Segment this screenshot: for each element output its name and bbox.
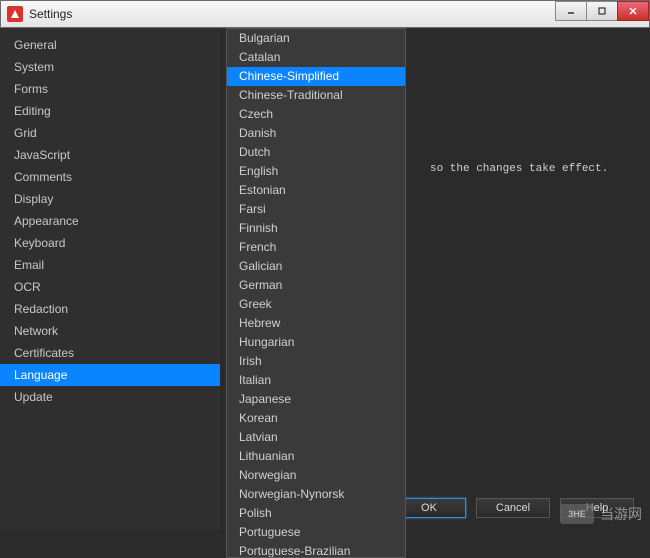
- settings-sidebar: GeneralSystemFormsEditingGridJavaScriptC…: [0, 28, 220, 530]
- language-dropdown[interactable]: BulgarianCatalanChinese-SimplifiedChines…: [226, 28, 406, 558]
- app-icon: [7, 6, 23, 22]
- language-option[interactable]: German: [227, 276, 405, 295]
- sidebar-item-display[interactable]: Display: [0, 188, 220, 210]
- language-option[interactable]: Latvian: [227, 428, 405, 447]
- help-button[interactable]: Help: [560, 498, 634, 518]
- sidebar-item-grid[interactable]: Grid: [0, 122, 220, 144]
- dialog-button-bar: OK Cancel Help: [392, 498, 634, 518]
- sidebar-item-redaction[interactable]: Redaction: [0, 298, 220, 320]
- language-option[interactable]: Japanese: [227, 390, 405, 409]
- window-controls: [556, 1, 649, 27]
- content-area: GeneralSystemFormsEditingGridJavaScriptC…: [0, 28, 650, 530]
- sidebar-item-email[interactable]: Email: [0, 254, 220, 276]
- language-option[interactable]: Finnish: [227, 219, 405, 238]
- language-option[interactable]: Greek: [227, 295, 405, 314]
- sidebar-item-javascript[interactable]: JavaScript: [0, 144, 220, 166]
- language-option[interactable]: Polish: [227, 504, 405, 523]
- language-option[interactable]: Czech: [227, 105, 405, 124]
- language-option[interactable]: French: [227, 238, 405, 257]
- sidebar-item-system[interactable]: System: [0, 56, 220, 78]
- language-option[interactable]: Chinese-Simplified: [227, 67, 405, 86]
- language-option[interactable]: Bulgarian: [227, 29, 405, 48]
- sidebar-item-forms[interactable]: Forms: [0, 78, 220, 100]
- language-option[interactable]: Lithuanian: [227, 447, 405, 466]
- minimize-button[interactable]: [555, 1, 587, 21]
- sidebar-item-certificates[interactable]: Certificates: [0, 342, 220, 364]
- language-option[interactable]: Farsi: [227, 200, 405, 219]
- language-option[interactable]: Portuguese-Brazilian: [227, 542, 405, 558]
- language-option[interactable]: Dutch: [227, 143, 405, 162]
- sidebar-item-keyboard[interactable]: Keyboard: [0, 232, 220, 254]
- language-option[interactable]: Estonian: [227, 181, 405, 200]
- language-option[interactable]: Hungarian: [227, 333, 405, 352]
- maximize-button[interactable]: [586, 1, 618, 21]
- restart-hint: so the changes take effect.: [430, 163, 608, 175]
- language-option[interactable]: Galician: [227, 257, 405, 276]
- language-option[interactable]: Irish: [227, 352, 405, 371]
- language-option[interactable]: Danish: [227, 124, 405, 143]
- sidebar-item-general[interactable]: General: [0, 34, 220, 56]
- titlebar: Settings: [0, 0, 650, 28]
- language-option[interactable]: Korean: [227, 409, 405, 428]
- window-title: Settings: [29, 7, 556, 21]
- language-option[interactable]: Catalan: [227, 48, 405, 67]
- sidebar-item-network[interactable]: Network: [0, 320, 220, 342]
- language-option[interactable]: Hebrew: [227, 314, 405, 333]
- close-button[interactable]: [617, 1, 649, 21]
- language-option[interactable]: Portuguese: [227, 523, 405, 542]
- language-option[interactable]: Chinese-Traditional: [227, 86, 405, 105]
- language-option[interactable]: Italian: [227, 371, 405, 390]
- sidebar-item-comments[interactable]: Comments: [0, 166, 220, 188]
- sidebar-item-language[interactable]: Language: [0, 364, 220, 386]
- language-option[interactable]: Norwegian: [227, 466, 405, 485]
- language-option[interactable]: Norwegian-Nynorsk: [227, 485, 405, 504]
- sidebar-item-update[interactable]: Update: [0, 386, 220, 408]
- sidebar-item-editing[interactable]: Editing: [0, 100, 220, 122]
- sidebar-item-appearance[interactable]: Appearance: [0, 210, 220, 232]
- language-option[interactable]: English: [227, 162, 405, 181]
- sidebar-item-ocr[interactable]: OCR: [0, 276, 220, 298]
- cancel-button[interactable]: Cancel: [476, 498, 550, 518]
